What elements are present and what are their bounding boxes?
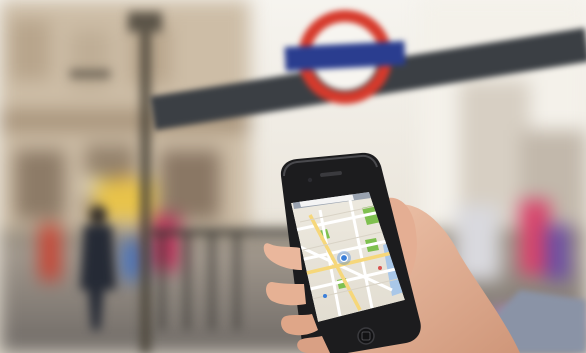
map-marker-icon bbox=[323, 294, 327, 298]
location-pin-icon bbox=[339, 253, 349, 263]
photo-frame bbox=[0, 0, 586, 353]
street-scene bbox=[0, 0, 586, 353]
map-marker-icon bbox=[378, 266, 382, 270]
